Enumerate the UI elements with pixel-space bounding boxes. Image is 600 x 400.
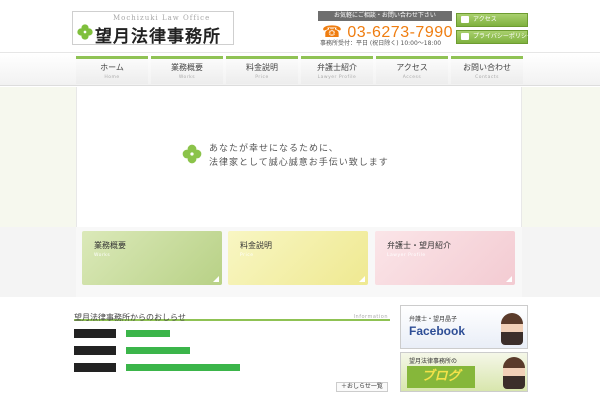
phone-hours: 事務所受付：平日 (祝日除く) 10:00～18:00: [320, 40, 442, 47]
nav-sublabel: Access: [402, 75, 422, 80]
nav-label: 弁護士紹介: [317, 63, 357, 72]
nav-label: 料金説明: [246, 63, 278, 72]
access-link[interactable]: アクセス: [456, 13, 528, 27]
news-list: [74, 328, 390, 379]
nav-label: ホーム: [100, 63, 124, 72]
document-icon: [461, 33, 469, 40]
hero-panel: あなたが幸せになるために、 法律家として誠心誠意お手伝い致します: [76, 87, 522, 227]
list-item: [74, 362, 390, 375]
news-header: 望月法律事務所からのおしらせ Information: [74, 305, 390, 322]
nav-item-lawyer-profile[interactable]: 弁護士紹介 Lawyer Profile: [301, 56, 373, 84]
logo-title: 望月法律事務所: [95, 27, 221, 47]
site-logo[interactable]: Mochizuki Law Office 望月法律事務所: [72, 11, 234, 47]
hero-tagline-2: 法律家として誠心誠意お手伝い致します: [209, 158, 389, 168]
corner-arrow-icon: [213, 276, 219, 282]
feature-title: 弁護士・望月紹介: [387, 241, 451, 250]
news-date: [74, 363, 116, 372]
clover-icon: [77, 24, 93, 40]
list-item: [74, 345, 390, 358]
nav-label: アクセス: [396, 63, 428, 72]
logo-subtitle: Mochizuki Law Office: [113, 14, 211, 22]
corner-arrow-icon: [506, 276, 512, 282]
news-title-en: Information: [353, 314, 388, 320]
blog-banner-caption: 望月法律事務所の: [409, 358, 458, 365]
feature-title: 業務概要: [94, 241, 126, 250]
lawyer-portrait: [501, 313, 523, 345]
corner-arrow-icon: [359, 276, 365, 282]
news-link[interactable]: [126, 364, 240, 371]
nav-sublabel: Lawyer Profile: [317, 75, 357, 80]
feature-subtitle: Price: [240, 253, 254, 258]
blog-banner-title: ブログ: [407, 366, 475, 388]
nav-sublabel: Home: [104, 75, 120, 80]
phone-caption: お気軽にご相談・お問い合わせ下さい: [318, 11, 452, 21]
nav-item-access[interactable]: アクセス Access: [376, 56, 448, 84]
nav-label: お問い合わせ: [463, 63, 511, 72]
privacy-policy-link[interactable]: プライバシーポリシー: [456, 30, 533, 44]
nav-sublabel: Contacts: [475, 75, 499, 80]
feature-subtitle: Works: [94, 253, 111, 258]
feature-lawyer-button[interactable]: 弁護士・望月紹介 Lawyer Profile: [375, 231, 515, 285]
nav-sublabel: Price: [255, 75, 269, 80]
access-link-label: アクセス: [473, 16, 497, 23]
header-links: アクセス プライバシーポリシー: [456, 13, 533, 47]
main-nav: ホーム Home 業務概要 Works 料金説明 Price 弁護士紹介 Law…: [76, 56, 526, 86]
feature-works-button[interactable]: 業務概要 Works: [82, 231, 222, 285]
phone-contact: お気軽にご相談・お問い合わせ下さい ☎ 03-6273-7990 事務所受付：平…: [318, 11, 453, 47]
list-item: [74, 328, 390, 341]
nav-item-contacts[interactable]: お問い合わせ Contacts: [451, 56, 523, 84]
nav-sublabel: Works: [178, 75, 196, 80]
map-icon: [461, 16, 469, 23]
blog-banner[interactable]: 望月法律事務所の ブログ: [400, 352, 528, 392]
nav-item-price[interactable]: 料金説明 Price: [226, 56, 298, 84]
feature-buttons: 業務概要 Works 料金説明 Price 弁護士・望月紹介 Lawyer Pr…: [76, 227, 522, 297]
clover-icon: [182, 144, 202, 164]
news-title: 望月法律事務所からのおしらせ: [74, 313, 186, 322]
lawyer-portrait: [503, 357, 525, 389]
news-link[interactable]: [126, 347, 190, 354]
news-date: [74, 346, 116, 355]
news-link[interactable]: [126, 330, 170, 337]
facebook-banner-title: Facebook: [409, 324, 466, 338]
news-more-link[interactable]: ＋おしらせ一覧: [336, 382, 388, 392]
nav-item-home[interactable]: ホーム Home: [76, 56, 148, 84]
nav-label: 業務概要: [171, 63, 203, 72]
news-date: [74, 329, 116, 338]
facebook-banner-caption: 弁護士・望月晶子: [409, 316, 458, 323]
nav-item-works[interactable]: 業務概要 Works: [151, 56, 223, 84]
facebook-banner[interactable]: 弁護士・望月晶子 Facebook: [400, 305, 528, 349]
hero-tagline-1: あなたが幸せになるために、: [209, 144, 339, 154]
privacy-link-label: プライバシーポリシー: [473, 33, 533, 40]
feature-price-button[interactable]: 料金説明 Price: [228, 231, 368, 285]
feature-subtitle: Lawyer Profile: [387, 253, 426, 258]
feature-title: 料金説明: [240, 241, 272, 250]
